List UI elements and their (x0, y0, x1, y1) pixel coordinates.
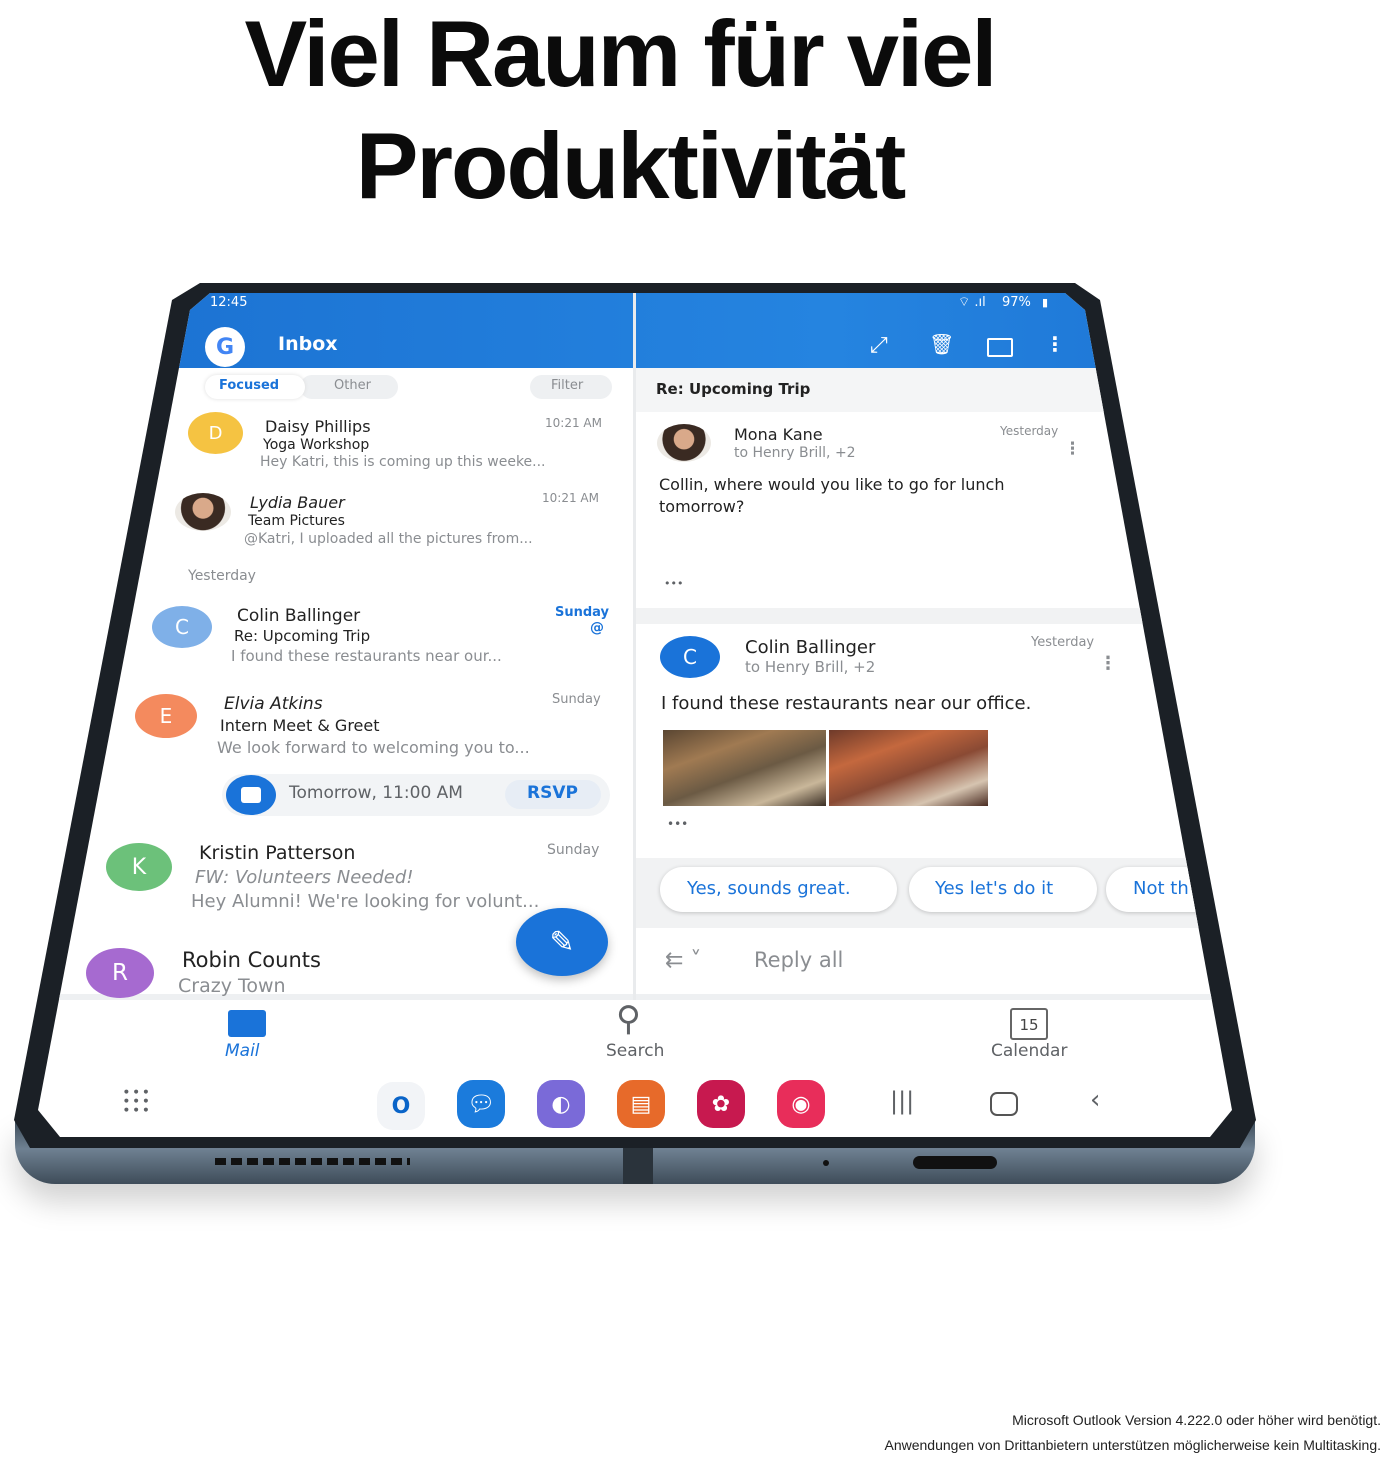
speaker-grille (215, 1158, 410, 1165)
more-vertical-icon[interactable]: ⋮ (1045, 333, 1065, 356)
message-subject: Intern Meet & Greet (220, 716, 380, 735)
pane-divider[interactable] (633, 293, 636, 1000)
app-drawer-icon[interactable]: ∙∙∙ ∙∙∙ ∙∙∙ (122, 1085, 151, 1117)
message-subject: FW: Volunteers Needed! (195, 867, 414, 888)
nav-search[interactable]: Search (606, 1041, 664, 1062)
back-button[interactable]: ‹ (1090, 1085, 1100, 1116)
rsvp-label: RSVP (527, 783, 578, 803)
nav-calendar[interactable]: Calendar (991, 1041, 1067, 1062)
headline-line-1: Viel Raum für viel (244, 1, 997, 106)
avatar: C (660, 636, 720, 678)
thread-time: Yesterday (1000, 424, 1059, 438)
avatar: C (152, 606, 212, 648)
calendar-event-icon (226, 775, 276, 815)
message-preview: We look forward to welcoming you to... (217, 738, 530, 757)
avatar: R (86, 948, 154, 998)
thread-subject: Re: Upcoming Trip (656, 380, 811, 398)
more-vertical-icon[interactable]: ⋮ (1099, 653, 1117, 675)
message-time: Sunday (547, 842, 600, 858)
compose-icon: ✎ (549, 924, 575, 960)
thread-recipients: to Henry Brill, +2 (745, 658, 876, 676)
quick-reply-label: Yes, sounds great. (687, 878, 851, 899)
avatar: E (135, 694, 197, 738)
message-subject: Crazy Town (178, 975, 286, 997)
avatar: D (188, 412, 243, 454)
notes-icon[interactable]: ▤ (617, 1080, 665, 1128)
mail-icon[interactable] (228, 1010, 266, 1037)
more-vertical-icon[interactable]: ⋮ (1064, 439, 1081, 460)
thread-recipients: to Henry Brill, +2 (734, 445, 856, 461)
message-time: Sunday (555, 605, 610, 620)
signal-icon: ⌔ .ıl (958, 295, 986, 310)
restaurant-image[interactable] (829, 730, 988, 806)
message-sender[interactable]: Daisy Phillips (265, 417, 371, 436)
message-preview: Hey Alumni! We're looking for volunt... (191, 891, 540, 912)
message-subject: Re: Upcoming Trip (234, 627, 371, 645)
expand-icon[interactable]: ⤢ (870, 333, 888, 358)
archive-icon[interactable] (987, 338, 1013, 357)
avatar (175, 493, 231, 531)
search-icon[interactable]: ⚲ (616, 999, 641, 1039)
message-sender[interactable]: Robin Counts (182, 948, 321, 972)
message-time: Sunday (552, 692, 601, 707)
tab-other-label: Other (334, 378, 371, 393)
screen-recorder-icon[interactable]: ◉ (777, 1080, 825, 1128)
tab-focused-label: Focused (219, 378, 280, 393)
battery-icon: ▮ (1042, 296, 1049, 309)
message-subject: Yoga Workshop (263, 437, 370, 453)
thread-body: Collin, where would you like to go for l… (659, 475, 1005, 516)
message-sender[interactable]: Elvia Atkins (224, 694, 323, 715)
gallery-icon[interactable]: ✿ (697, 1080, 745, 1128)
footnote: Anwendungen von Drittanbietern unterstüt… (884, 1437, 1382, 1453)
section-header-yesterday: Yesterday (188, 568, 256, 584)
reply-all-icon[interactable]: ⇇ ˅ (665, 948, 701, 973)
google-account-icon[interactable]: G (205, 327, 245, 367)
microphone-hole (823, 1160, 829, 1166)
footnote: Microsoft Outlook Version 4.222.0 oder h… (1012, 1412, 1381, 1428)
event-time: Tomorrow, 11:00 AM (289, 783, 463, 803)
calendar-icon[interactable]: 15 (1010, 1008, 1048, 1040)
internet-icon[interactable]: ◐ (537, 1080, 585, 1128)
thread-body: I found these restaurants near our offic… (661, 693, 1032, 714)
divider (636, 608, 1232, 624)
message-preview: I found these restaurants near our... (231, 647, 502, 665)
message-time: 10:21 AM (542, 491, 599, 505)
thread-time: Yesterday (1031, 635, 1095, 650)
avatar (657, 424, 711, 462)
usb-port (913, 1156, 997, 1169)
message-sender[interactable]: Lydia Bauer (250, 493, 345, 512)
trash-icon[interactable]: 🗑︎ (929, 333, 954, 356)
mention-icon: @ (590, 620, 604, 636)
message-preview: Hey Katri, this is coming up this weeke.… (260, 454, 546, 470)
thread-sender: Colin Ballinger (745, 637, 876, 658)
more-icon[interactable]: ••• (667, 817, 688, 832)
quick-reply-label: Not th (1133, 878, 1189, 899)
home-button[interactable] (990, 1092, 1018, 1116)
messages-icon[interactable]: 💬︎ (457, 1080, 505, 1128)
headline-line-2: Produktivität (355, 113, 907, 218)
thread-sender: Mona Kane (734, 425, 823, 444)
quick-reply-label: Yes let's do it (935, 878, 1054, 899)
message-subject: Team Pictures (248, 513, 345, 529)
nav-mail[interactable]: Mail (225, 1041, 260, 1062)
compose-button[interactable]: ✎ (516, 908, 608, 976)
more-icon[interactable]: ••• (664, 577, 683, 591)
battery-level: 97% (1002, 295, 1031, 310)
message-sender[interactable]: Colin Ballinger (237, 606, 360, 627)
inbox-title: Inbox (278, 333, 338, 355)
outlook-icon[interactable]: O (377, 1082, 425, 1130)
reply-all-button[interactable]: Reply all (754, 948, 843, 972)
restaurant-image[interactable] (663, 730, 826, 806)
message-preview: @Katri, I uploaded all the pictures from… (244, 531, 533, 547)
avatar: K (106, 843, 172, 891)
message-time: 10:21 AM (545, 416, 602, 430)
status-time: 12:45 (210, 295, 248, 310)
message-sender[interactable]: Kristin Patterson (199, 842, 355, 865)
recent-apps-button[interactable]: ||| (890, 1087, 914, 1116)
filter-label: Filter (551, 378, 584, 393)
